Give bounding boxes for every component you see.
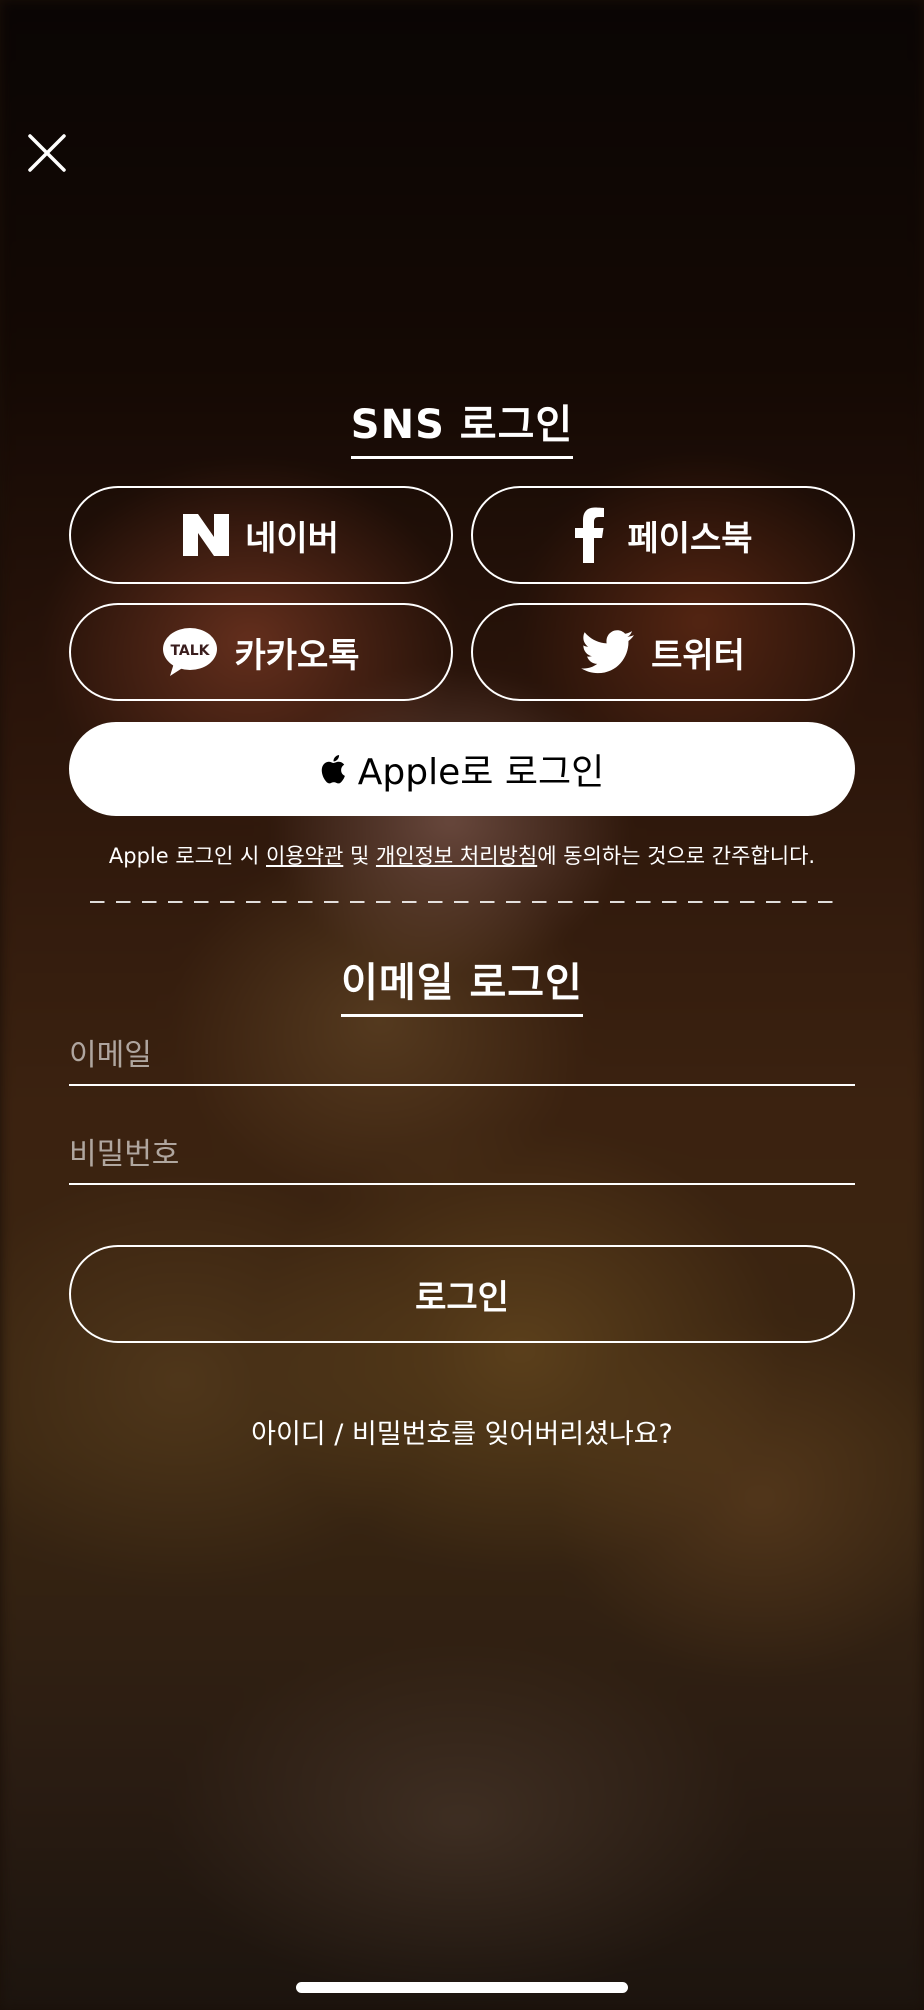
email-field-container [69,1026,855,1086]
email-login-title: 이메일 로그인 [341,950,583,1017]
terms-suffix: 에 동의하는 것으로 간주합니다. [537,844,816,868]
kakaotalk-icon: TALK [162,627,218,677]
apple-login-button[interactable]: Apple로 로그인 [69,722,855,816]
kakaotalk-login-button[interactable]: TALK 카카오톡 [69,603,453,701]
password-field-container [69,1125,855,1185]
privacy-policy-link[interactable]: 개인정보 처리방침 [376,844,537,868]
apple-icon [320,753,346,785]
naver-login-button[interactable]: 네이버 [69,486,453,584]
naver-label: 네이버 [245,518,339,559]
naver-icon [183,514,230,556]
email-login-button[interactable]: 로그인 [69,1245,855,1343]
close-icon [28,134,66,172]
terms-of-use-link[interactable]: 이용약관 [266,844,343,868]
email-login-button-label: 로그인 [415,1277,509,1318]
forgot-credentials-link[interactable]: 아이디 / 비밀번호를 잊어버리셨나요? [0,1412,924,1451]
home-indicator[interactable] [296,1982,628,1993]
section-divider [90,901,835,903]
twitter-label: 트위터 [651,635,745,676]
apple-terms-notice: Apple 로그인 시 이용약관 및 개인정보 처리방침에 동의하는 것으로 간… [0,840,924,870]
facebook-icon [573,507,605,563]
email-field[interactable] [69,1026,855,1084]
sns-login-title: SNS 로그인 [350,392,574,459]
kakaotalk-label: 카카오톡 [234,635,360,676]
facebook-label: 페이스북 [627,518,753,559]
terms-and: 및 [343,844,376,868]
facebook-login-button[interactable]: 페이스북 [471,486,855,584]
sns-login-heading: SNS 로그인 [0,392,924,459]
apple-login-label: Apple로 로그인 [357,752,605,793]
terms-prefix: Apple 로그인 시 [108,844,266,868]
kakaotalk-badge-text: TALK [171,643,211,659]
twitter-icon [581,630,635,674]
password-field[interactable] [69,1125,855,1183]
close-button[interactable] [24,130,70,176]
twitter-login-button[interactable]: 트위터 [471,603,855,701]
email-login-heading: 이메일 로그인 [0,950,924,1017]
